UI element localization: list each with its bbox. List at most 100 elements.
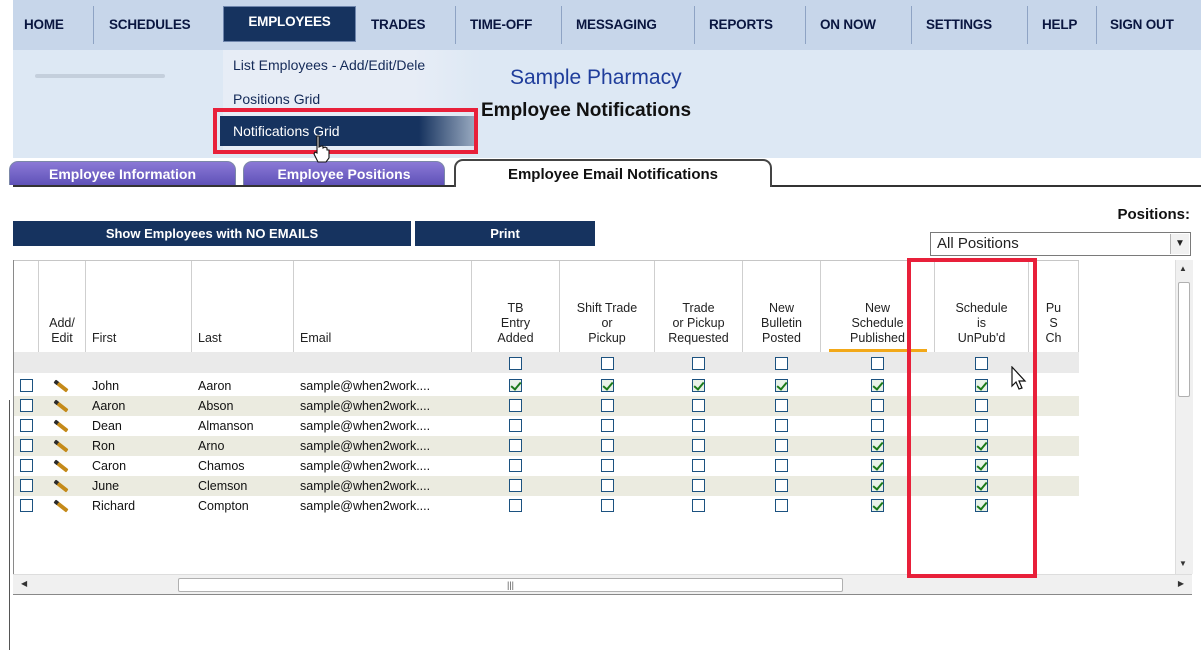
vertical-scroll-thumb[interactable] [1178, 282, 1190, 397]
notification-checkbox[interactable] [509, 499, 522, 512]
nav-sign-out[interactable]: SIGN OUT [1110, 14, 1174, 36]
tab-employee-positions[interactable]: Employee Positions [243, 161, 445, 185]
select-all-checkbox[interactable] [775, 357, 788, 370]
tab-employee-email-notifications[interactable]: Employee Email Notifications [454, 159, 772, 187]
notification-checkbox[interactable] [775, 459, 788, 472]
select-all-checkbox[interactable] [600, 357, 614, 370]
notification-checkbox[interactable] [600, 419, 614, 432]
notification-checkbox[interactable] [692, 459, 705, 472]
notification-checkbox[interactable] [692, 379, 705, 392]
notification-checkbox[interactable] [975, 379, 988, 392]
notification-checkbox[interactable] [775, 499, 788, 512]
column-header[interactable] [14, 261, 39, 352]
nav-employees[interactable]: EMPLOYEES [223, 6, 356, 42]
column-header[interactable]: Pu S Ch [1029, 261, 1079, 352]
horizontal-scrollbar[interactable]: ◀ ||| ▶ [13, 574, 1192, 595]
nav-schedules[interactable]: SCHEDULES [109, 14, 191, 36]
notification-checkbox[interactable] [775, 439, 788, 452]
pencil-edit-icon[interactable] [53, 439, 69, 453]
scroll-right-icon[interactable]: ▶ [1178, 579, 1184, 588]
nav-home[interactable]: HOME [24, 14, 64, 36]
notification-checkbox[interactable] [509, 379, 522, 392]
notification-checkbox[interactable] [692, 399, 705, 412]
notification-checkbox[interactable] [871, 459, 884, 472]
row-select-checkbox[interactable] [20, 499, 33, 512]
pencil-edit-icon[interactable] [53, 499, 69, 513]
positions-select[interactable]: All Positions ▼ [930, 232, 1191, 256]
scroll-up-icon[interactable]: ▲ [1179, 264, 1187, 273]
column-header[interactable]: Schedule is UnPub'd [935, 261, 1029, 352]
row-select-checkbox[interactable] [20, 459, 33, 472]
chevron-down-icon[interactable]: ▼ [1170, 234, 1189, 254]
notification-checkbox[interactable] [775, 399, 788, 412]
nav-on-now[interactable]: ON NOW [820, 14, 876, 36]
notification-checkbox[interactable] [775, 479, 788, 492]
notification-checkbox[interactable] [871, 399, 884, 412]
scroll-down-icon[interactable]: ▼ [1179, 559, 1187, 568]
nav-settings[interactable]: SETTINGS [926, 14, 992, 36]
column-header[interactable]: Email [294, 261, 472, 352]
notification-checkbox[interactable] [692, 439, 705, 452]
notification-checkbox[interactable] [975, 439, 988, 452]
column-header[interactable]: Add/ Edit [39, 261, 86, 352]
notification-checkbox[interactable] [509, 479, 522, 492]
notification-checkbox[interactable] [509, 459, 522, 472]
column-header[interactable]: Shift Trade or Pickup [560, 261, 655, 352]
row-select-checkbox[interactable] [20, 419, 33, 432]
notification-checkbox[interactable] [509, 399, 522, 412]
notification-checkbox[interactable] [975, 419, 988, 432]
notification-checkbox[interactable] [600, 399, 614, 412]
notification-checkbox[interactable] [871, 419, 884, 432]
select-all-checkbox[interactable] [692, 357, 705, 370]
row-select-checkbox[interactable] [20, 439, 33, 452]
row-select-checkbox[interactable] [20, 399, 33, 412]
nav-messaging[interactable]: MESSAGING [576, 14, 657, 36]
scroll-left-icon[interactable]: ◀ [21, 579, 27, 588]
notification-checkbox[interactable] [975, 479, 988, 492]
pencil-edit-icon[interactable] [53, 459, 69, 473]
tab-employee-information[interactable]: Employee Information [9, 161, 236, 185]
notification-checkbox[interactable] [775, 419, 788, 432]
pencil-edit-icon[interactable] [53, 479, 69, 493]
column-header[interactable]: New Schedule Published [821, 261, 935, 352]
nav-help[interactable]: HELP [1042, 14, 1077, 36]
show-no-emails-button[interactable]: Show Employees with NO EMAILS [13, 221, 411, 246]
column-header[interactable]: TB Entry Added [472, 261, 560, 352]
vertical-scrollbar[interactable]: ▲ ▼ [1175, 260, 1193, 574]
select-all-checkbox[interactable] [509, 357, 522, 370]
horizontal-scroll-thumb[interactable]: ||| [178, 578, 843, 592]
column-header[interactable]: Trade or Pickup Requested [655, 261, 743, 352]
notification-checkbox[interactable] [600, 459, 614, 472]
notification-checkbox[interactable] [975, 459, 988, 472]
notification-checkbox[interactable] [509, 439, 522, 452]
notification-checkbox[interactable] [692, 419, 705, 432]
notification-checkbox[interactable] [600, 499, 614, 512]
row-select-checkbox[interactable] [20, 379, 33, 392]
notification-checkbox[interactable] [871, 379, 884, 392]
notification-checkbox[interactable] [692, 479, 705, 492]
row-select-checkbox[interactable] [20, 479, 33, 492]
notification-checkbox[interactable] [775, 379, 788, 392]
nav-time-off[interactable]: TIME-OFF [470, 14, 532, 36]
select-all-checkbox[interactable] [871, 357, 884, 370]
menu-item-notifications-grid[interactable]: Notifications Grid [220, 116, 475, 146]
select-all-checkbox[interactable] [975, 357, 988, 370]
notification-checkbox[interactable] [871, 439, 884, 452]
notification-checkbox[interactable] [975, 399, 988, 412]
column-header[interactable]: First [86, 261, 192, 352]
notification-checkbox[interactable] [600, 379, 614, 392]
pencil-edit-icon[interactable] [53, 419, 69, 433]
notification-checkbox[interactable] [692, 499, 705, 512]
column-header[interactable]: New Bulletin Posted [743, 261, 821, 352]
notification-checkbox[interactable] [509, 419, 522, 432]
menu-item-list-employees[interactable]: List Employees - Add/Edit/Dele [233, 54, 491, 76]
nav-reports[interactable]: REPORTS [709, 14, 773, 36]
print-button[interactable]: Print [415, 221, 595, 246]
notification-checkbox[interactable] [975, 499, 988, 512]
notification-checkbox[interactable] [600, 439, 614, 452]
pencil-edit-icon[interactable] [53, 379, 69, 393]
column-header[interactable]: Last [192, 261, 294, 352]
notification-checkbox[interactable] [871, 499, 884, 512]
nav-trades[interactable]: TRADES [371, 14, 426, 36]
menu-item-positions-grid[interactable]: Positions Grid [233, 88, 320, 110]
